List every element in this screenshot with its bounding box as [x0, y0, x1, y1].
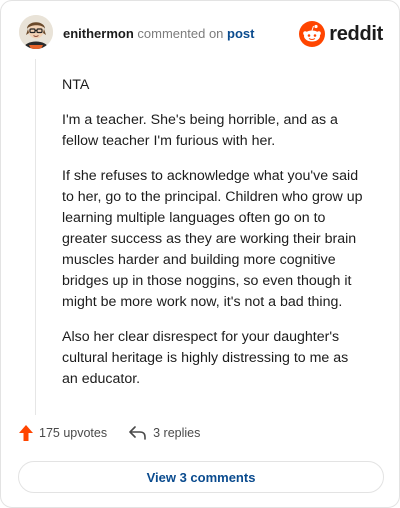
upvote-button[interactable]: 175 upvotes: [19, 425, 107, 441]
comment-paragraph: If she refuses to acknowledge what you'v…: [62, 168, 363, 310]
reddit-logo[interactable]: reddit: [299, 21, 383, 47]
reddit-snoo-icon: [299, 21, 326, 47]
avatar-icon: [19, 15, 53, 49]
comment-paragraph: NTA: [62, 77, 90, 93]
comment-paragraph: Also her clear disrespect for your daugh…: [62, 329, 349, 387]
action-text: commented on: [137, 26, 224, 41]
upvote-arrow-icon: [19, 425, 33, 441]
upvote-count: 175 upvotes: [39, 426, 108, 440]
thread-line[interactable]: [35, 59, 36, 415]
reply-count: 3 replies: [153, 426, 201, 440]
reddit-wordmark: reddit: [329, 22, 383, 45]
replies-button[interactable]: 3 replies: [129, 426, 200, 440]
username[interactable]: enithermon: [63, 26, 134, 41]
comment-paragraph: I'm a teacher. She's being horrible, and…: [62, 112, 338, 149]
view-comments-button[interactable]: View 3 comments: [18, 461, 384, 493]
comment-header: enithermon commented on post: [63, 26, 255, 42]
reply-arrow-icon: [129, 426, 146, 440]
comment-card: enithermon commented on post reddit NTA …: [0, 0, 400, 508]
comment-body: NTA I'm a teacher. She's being horrible,…: [62, 75, 366, 404]
user-avatar[interactable]: [19, 15, 53, 49]
post-link[interactable]: post: [227, 26, 254, 41]
comment-actions: 175 upvotes 3 replies: [19, 425, 200, 441]
